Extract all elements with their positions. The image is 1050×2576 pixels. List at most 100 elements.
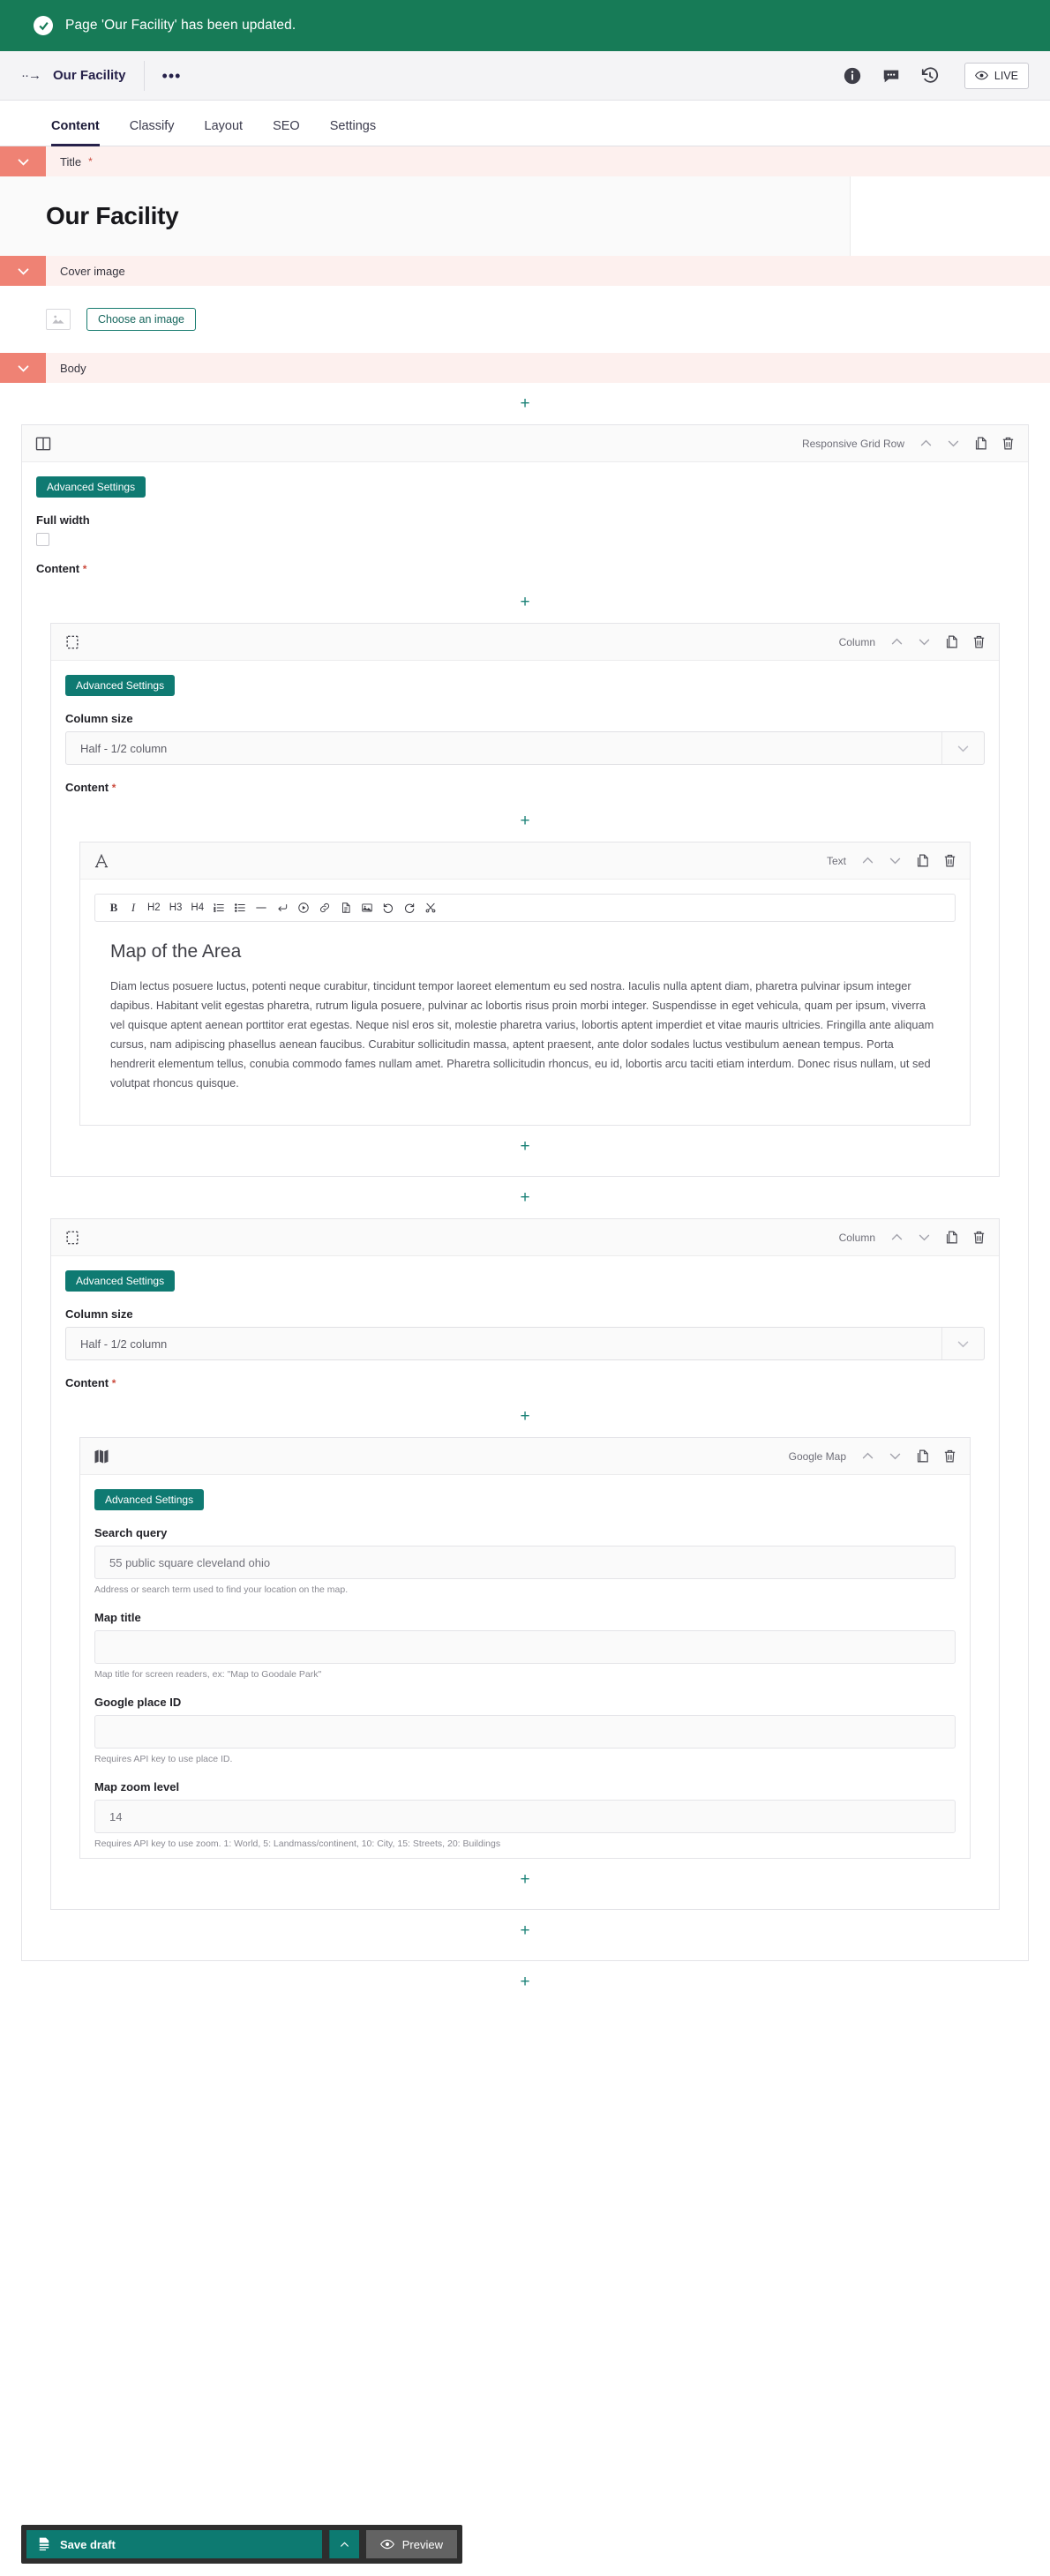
content-label-text: Content (65, 1376, 109, 1389)
block-type-label: Column (838, 635, 875, 648)
delete-icon[interactable] (971, 1230, 986, 1245)
heading-2-icon[interactable]: H2 (143, 896, 165, 919)
add-block-button[interactable]: + (520, 1973, 529, 1990)
duplicate-icon[interactable] (973, 436, 988, 451)
scissors-icon[interactable] (420, 896, 441, 919)
add-block-button[interactable]: + (520, 1922, 529, 1939)
add-block-button[interactable]: + (520, 594, 529, 610)
add-block-row-column-right-top: + (65, 1396, 985, 1437)
italic-icon[interactable]: I (124, 896, 143, 919)
tab-classify[interactable]: Classify (130, 119, 175, 146)
add-block-button[interactable]: + (520, 1871, 529, 1888)
move-up-icon[interactable] (919, 436, 934, 451)
tab-seo[interactable]: SEO (273, 119, 300, 146)
add-block-button[interactable]: + (520, 395, 529, 412)
add-block-button[interactable]: + (520, 812, 529, 829)
tab-layout[interactable]: Layout (205, 119, 244, 146)
full-width-checkbox[interactable] (36, 533, 49, 546)
column-size-select[interactable]: Half - 1/2 column (65, 1327, 985, 1360)
unordered-list-icon[interactable] (229, 896, 251, 919)
content-label-grid-row: Content * (36, 562, 1014, 575)
map-title-help: Map title for screen readers, ex: "Map t… (94, 1669, 322, 1680)
document-icon[interactable] (335, 896, 356, 919)
map-title-label: Map title (94, 1611, 141, 1624)
map-title-input[interactable] (94, 1630, 956, 1664)
chevron-down-icon (941, 732, 984, 764)
advanced-settings-button-column-left[interactable]: Advanced Settings (65, 675, 176, 696)
info-icon[interactable] (843, 66, 862, 86)
save-draft-button[interactable]: Save draft (26, 2530, 322, 2558)
advanced-settings-button-grid-row[interactable]: Advanced Settings (36, 476, 146, 498)
move-up-icon[interactable] (889, 1230, 904, 1245)
section-label-title: Title * (46, 146, 93, 176)
ordered-list-icon[interactable] (208, 896, 229, 919)
move-down-icon[interactable] (888, 853, 903, 868)
redo-icon[interactable] (399, 896, 420, 919)
google-place-id-input[interactable] (94, 1715, 956, 1749)
tab-content[interactable]: Content (51, 119, 100, 146)
heading-4-icon[interactable]: H4 (186, 896, 208, 919)
move-up-icon[interactable] (860, 853, 875, 868)
cover-image-zone: Choose an image (0, 286, 1050, 353)
check-circle-icon (34, 16, 53, 35)
move-down-icon[interactable] (946, 436, 961, 451)
add-block-button[interactable]: + (520, 1138, 529, 1155)
delete-icon[interactable] (971, 634, 986, 649)
preview-button[interactable]: Preview (365, 2530, 457, 2558)
move-down-icon[interactable] (917, 1230, 932, 1245)
title-input-wrapper[interactable]: Our Facility (0, 176, 851, 256)
move-up-icon[interactable] (860, 1449, 875, 1464)
save-options-toggle[interactable] (328, 2530, 359, 2558)
undo-icon[interactable] (378, 896, 399, 919)
tab-settings[interactable]: Settings (330, 119, 376, 146)
delete-icon[interactable] (942, 1449, 957, 1464)
breadcrumb-bar: ··→ Our Facility ••• LIVE (0, 51, 1050, 101)
video-icon[interactable] (293, 896, 314, 919)
heading-3-icon[interactable]: H3 (165, 896, 187, 919)
rich-text-editor-surface[interactable]: Map of the Area Diam lectus posuere luct… (94, 922, 956, 1116)
comment-icon[interactable] (881, 66, 901, 86)
block-header: Responsive Grid Row (22, 425, 1028, 462)
collapse-toggle-body[interactable] (0, 353, 46, 383)
map-zoom-level-help: Requires API key to use zoom. 1: World, … (94, 1838, 501, 1849)
breadcrumb-back-icon[interactable]: ··→ (21, 68, 41, 83)
action-bar: Save draft Preview (21, 2525, 462, 2564)
duplicate-icon[interactable] (944, 1230, 959, 1245)
link-icon[interactable] (314, 896, 335, 919)
content-label-text: Content (36, 562, 80, 575)
advanced-settings-button-column-right[interactable]: Advanced Settings (65, 1270, 176, 1292)
image-icon[interactable] (356, 896, 378, 919)
chevron-down-icon (18, 158, 28, 166)
move-down-icon[interactable] (888, 1449, 903, 1464)
choose-image-button[interactable]: Choose an image (86, 308, 196, 331)
delete-icon[interactable] (1001, 436, 1016, 451)
duplicate-icon[interactable] (944, 634, 959, 649)
horizontal-rule-icon[interactable] (251, 896, 272, 919)
body-label: Body (60, 361, 86, 375)
add-block-row-column-left-bottom: + (65, 1126, 985, 1167)
column-icon (64, 633, 81, 651)
live-preview-button[interactable]: LIVE (964, 62, 1029, 89)
map-zoom-level-input[interactable]: 14 (94, 1800, 956, 1833)
collapse-toggle-cover-image[interactable] (0, 256, 46, 286)
add-block-button[interactable]: + (520, 1408, 529, 1425)
history-icon[interactable] (920, 66, 940, 86)
search-query-help: Address or search term used to find your… (94, 1584, 349, 1595)
google-place-id-label: Google place ID (94, 1696, 182, 1709)
column-size-select[interactable]: Half - 1/2 column (65, 731, 985, 765)
duplicate-icon[interactable] (915, 853, 930, 868)
bold-icon[interactable]: B (104, 896, 124, 919)
advanced-settings-button-map[interactable]: Advanced Settings (94, 1489, 205, 1510)
move-down-icon[interactable] (917, 634, 932, 649)
move-up-icon[interactable] (889, 634, 904, 649)
duplicate-icon[interactable] (915, 1449, 930, 1464)
section-label-cover-image: Cover image (46, 256, 125, 286)
status-banner: Page 'Our Facility' has been updated. (0, 0, 1050, 51)
delete-icon[interactable] (942, 853, 957, 868)
collapse-toggle-title[interactable] (0, 146, 46, 176)
search-query-input[interactable]: 55 public square cleveland ohio (94, 1546, 956, 1579)
live-label: LIVE (994, 69, 1018, 82)
line-break-icon[interactable] (272, 896, 293, 919)
add-block-button[interactable]: + (520, 1189, 529, 1206)
section-header-cover-image: Cover image (0, 256, 1050, 286)
